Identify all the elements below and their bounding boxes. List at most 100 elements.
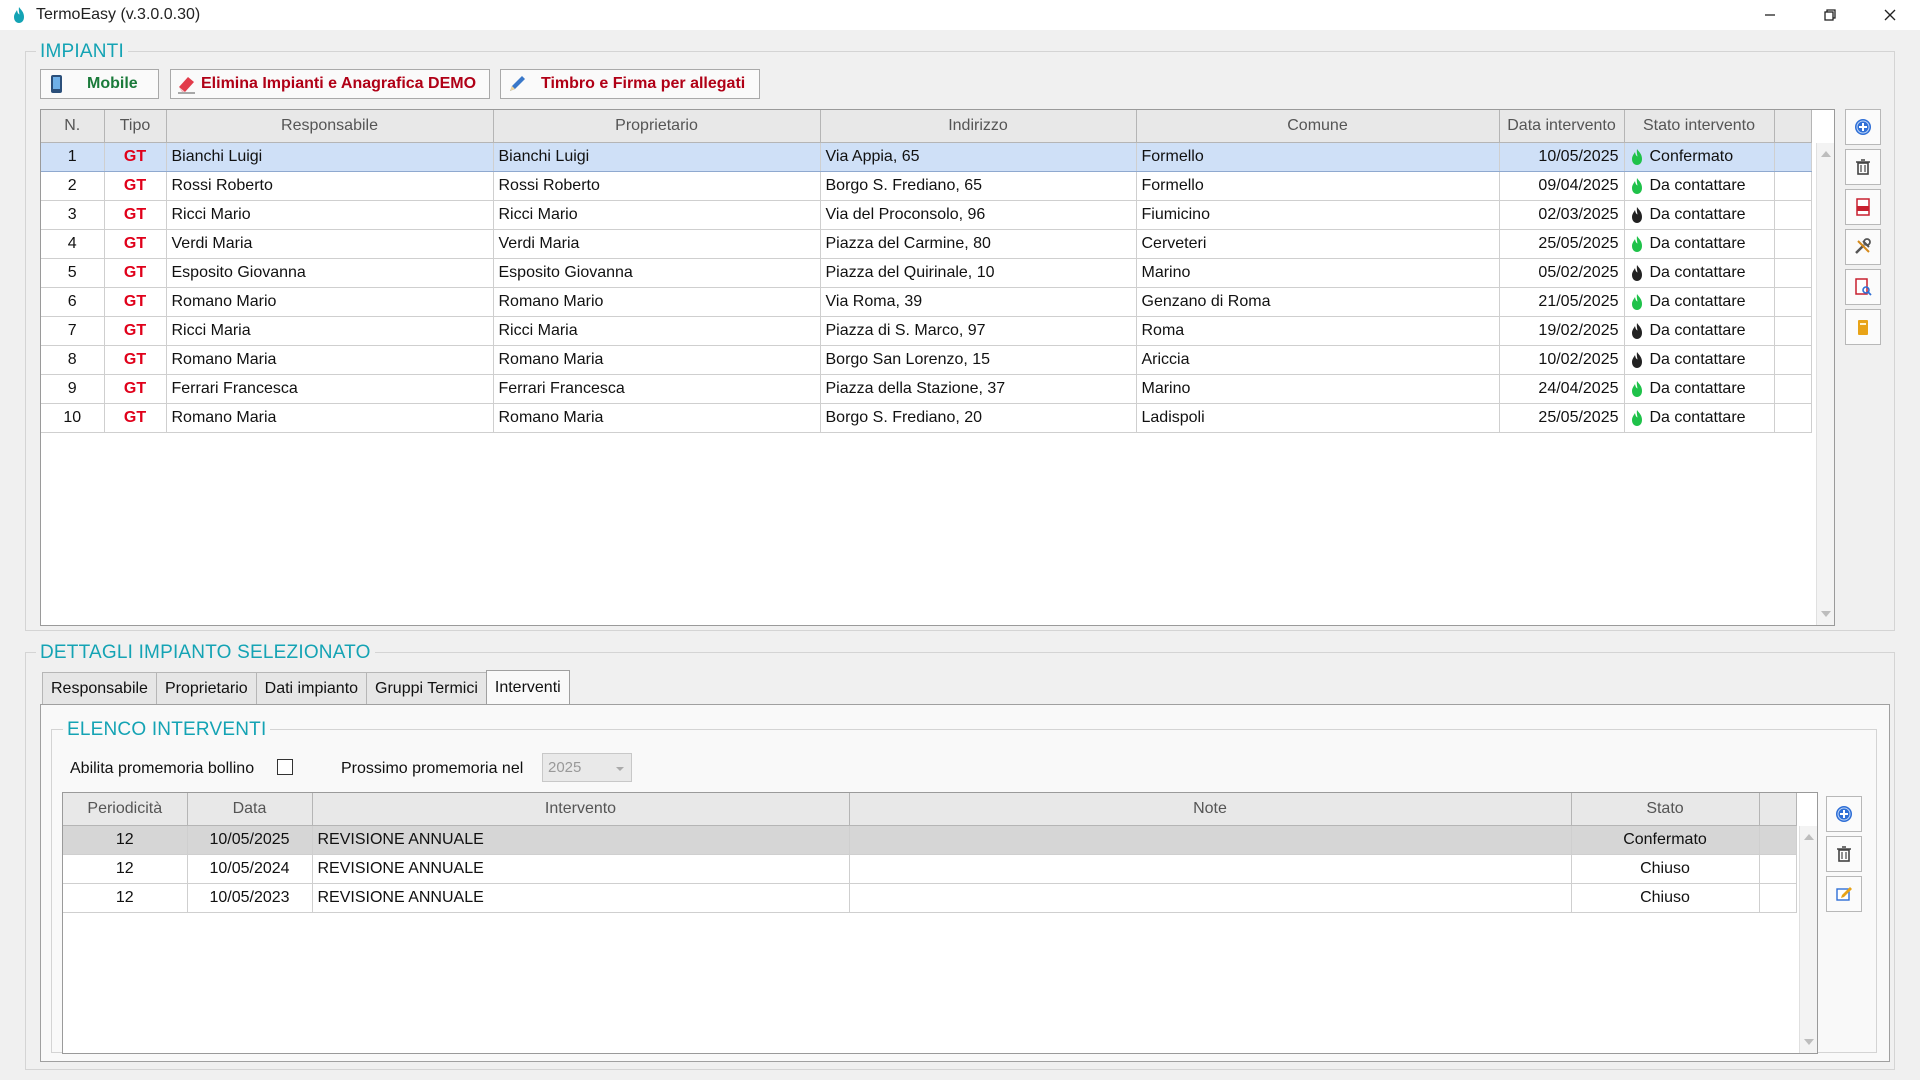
- cell-data-intervento: 24/04/2025: [1499, 374, 1625, 404]
- table-row[interactable]: 12 10/05/2025 REVISIONE ANNUALE Conferma…: [63, 825, 1797, 855]
- cell-responsabile: Ricci Maria: [166, 316, 494, 346]
- impianti-grid[interactable]: N. Tipo Responsabile Proprietario Indiri…: [40, 109, 1835, 626]
- cell-stato-intervento: Da contattare: [1624, 316, 1775, 346]
- cell-indirizzo: Borgo S. Frediano, 65: [820, 171, 1137, 201]
- col-header-data-intervento[interactable]: Data intervento: [1499, 110, 1625, 143]
- cell-tipo: GT: [104, 345, 167, 375]
- impianti-tools-button[interactable]: [1845, 229, 1881, 265]
- interventi-vscrollbar[interactable]: [1799, 826, 1817, 1053]
- elenco-interventi-legend: ELENCO INTERVENTI: [63, 719, 271, 741]
- table-row[interactable]: 9 GT Ferrari Francesca Ferrari Francesca…: [41, 374, 1812, 404]
- cell-filler: [1774, 229, 1812, 259]
- cell-proprietario: Ricci Maria: [493, 316, 821, 346]
- col-header-data[interactable]: Data: [187, 793, 313, 826]
- tab-proprietario[interactable]: Proprietario: [155, 672, 257, 704]
- pdf-icon: [1856, 198, 1870, 216]
- interventi-add-circle-button[interactable]: [1826, 796, 1862, 832]
- table-row[interactable]: 4 GT Verdi Maria Verdi Maria Piazza del …: [41, 229, 1812, 259]
- cell-indirizzo: Piazza della Stazione, 37: [820, 374, 1137, 404]
- table-row[interactable]: 5 GT Esposito Giovanna Esposito Giovanna…: [41, 258, 1812, 288]
- cell-indirizzo: Borgo San Lorenzo, 15: [820, 345, 1137, 375]
- col-header-stato[interactable]: Stato: [1571, 793, 1760, 826]
- cell-periodicita: 12: [63, 854, 188, 884]
- interventi-trash-button[interactable]: [1826, 836, 1862, 872]
- tools-icon: [1855, 238, 1871, 254]
- table-row[interactable]: 3 GT Ricci Mario Ricci Mario Via del Pro…: [41, 200, 1812, 230]
- col-header-proprietario[interactable]: Proprietario: [493, 110, 821, 143]
- cell-data-intervento: 02/03/2025: [1499, 200, 1625, 230]
- mobile-button[interactable]: Mobile: [40, 69, 159, 99]
- impianti-archive-button[interactable]: [1845, 309, 1881, 345]
- timbro-firma-button[interactable]: Timbro e Firma per allegati: [500, 69, 760, 99]
- cell-stato-intervento: Da contattare: [1624, 374, 1775, 404]
- prossimo-promemoria-select[interactable]: 2025: [542, 753, 632, 782]
- table-row[interactable]: 12 10/05/2023 REVISIONE ANNUALE Chiuso: [63, 883, 1797, 913]
- minimize-button[interactable]: [1740, 0, 1800, 30]
- cell-stato-intervento: Da contattare: [1624, 200, 1775, 230]
- cell-data-intervento: 05/02/2025: [1499, 258, 1625, 288]
- cell-periodicita: 12: [63, 825, 188, 855]
- add-circle-icon: [1836, 806, 1852, 822]
- table-row[interactable]: 6 GT Romano Mario Romano Mario Via Roma,…: [41, 287, 1812, 317]
- tab-responsabile[interactable]: Responsabile: [42, 672, 157, 704]
- flame-green-icon: [1631, 148, 1642, 165]
- flame-green-icon: [1631, 177, 1642, 194]
- interventi-grid[interactable]: Periodicità Data Intervento Note Stato 1…: [62, 792, 1818, 1054]
- flame-logo-icon: [14, 7, 24, 23]
- cell-stato-intervento: Confermato: [1624, 141, 1775, 172]
- col-header-comune[interactable]: Comune: [1136, 110, 1500, 143]
- col-header-tipo[interactable]: Tipo: [104, 110, 167, 143]
- minimize-icon: [1765, 14, 1775, 16]
- add-circle-icon: [1855, 119, 1871, 135]
- cell-intervento: REVISIONE ANNUALE: [312, 883, 850, 913]
- col-header-stato-intervento[interactable]: Stato intervento: [1624, 110, 1775, 143]
- cell-comune: Genzano di Roma: [1136, 287, 1500, 317]
- impianti-document-search-button[interactable]: [1845, 269, 1881, 305]
- scroll-up-icon[interactable]: [1804, 834, 1814, 840]
- window-title: TermoEasy (v.3.0.0.30): [36, 6, 201, 23]
- flame-green-icon: [1631, 293, 1642, 310]
- cell-periodicita: 12: [63, 883, 188, 913]
- cell-filler: [1774, 171, 1812, 201]
- scroll-up-icon[interactable]: [1821, 151, 1831, 157]
- impianti-add-circle-button[interactable]: [1845, 109, 1881, 145]
- col-header-intervento[interactable]: Intervento: [312, 793, 850, 826]
- cell-data-intervento: 10/05/2025: [1499, 141, 1625, 172]
- interventi-tab-panel: ELENCO INTERVENTI Abilita promemoria bol…: [40, 704, 1890, 1062]
- trash-icon: [1856, 159, 1870, 175]
- table-row[interactable]: 10 GT Romano Maria Romano Maria Borgo S.…: [41, 403, 1812, 433]
- interventi-edit-button[interactable]: [1826, 876, 1862, 912]
- tab-interventi[interactable]: Interventi: [485, 670, 570, 704]
- restore-button[interactable]: [1800, 0, 1860, 30]
- cell-comune: Cerveteri: [1136, 229, 1500, 259]
- cell-filler: [1774, 141, 1812, 172]
- cell-tipo: GT: [104, 141, 167, 172]
- scroll-down-icon[interactable]: [1821, 611, 1831, 617]
- impianti-trash-button[interactable]: [1845, 149, 1881, 185]
- cell-filler: [1759, 883, 1797, 913]
- impianti-pdf-button[interactable]: [1845, 189, 1881, 225]
- tab-gruppi-termici[interactable]: Gruppi Termici: [366, 672, 487, 704]
- elimina-demo-button[interactable]: Elimina Impianti e Anagrafica DEMO: [170, 69, 490, 99]
- col-header-note[interactable]: Note: [849, 793, 1572, 826]
- col-header-responsabile[interactable]: Responsabile: [166, 110, 494, 143]
- scroll-down-icon[interactable]: [1804, 1039, 1814, 1045]
- close-button[interactable]: [1860, 0, 1920, 30]
- col-header-periodicita[interactable]: Periodicità: [63, 793, 188, 826]
- abilita-promemoria-checkbox[interactable]: [277, 759, 293, 775]
- col-header-n[interactable]: N.: [41, 110, 105, 143]
- cell-filler: [1759, 854, 1797, 884]
- pen-icon: [510, 76, 525, 91]
- table-row[interactable]: 2 GT Rossi Roberto Rossi Roberto Borgo S…: [41, 171, 1812, 201]
- table-row[interactable]: 7 GT Ricci Maria Ricci Maria Piazza di S…: [41, 316, 1812, 346]
- cell-data-intervento: 25/05/2025: [1499, 403, 1625, 433]
- table-row[interactable]: 12 10/05/2024 REVISIONE ANNUALE Chiuso: [63, 854, 1797, 884]
- col-header-indirizzo[interactable]: Indirizzo: [820, 110, 1137, 143]
- table-row[interactable]: 1 GT Bianchi Luigi Bianchi Luigi Via App…: [41, 141, 1812, 172]
- table-row[interactable]: 8 GT Romano Maria Romano Maria Borgo San…: [41, 345, 1812, 375]
- tab-dati-impianto[interactable]: Dati impianto: [255, 672, 368, 704]
- cell-intervento: REVISIONE ANNUALE: [312, 825, 850, 855]
- impianti-vscrollbar[interactable]: [1816, 143, 1834, 625]
- cell-responsabile: Esposito Giovanna: [166, 258, 494, 288]
- cell-proprietario: Romano Maria: [493, 403, 821, 433]
